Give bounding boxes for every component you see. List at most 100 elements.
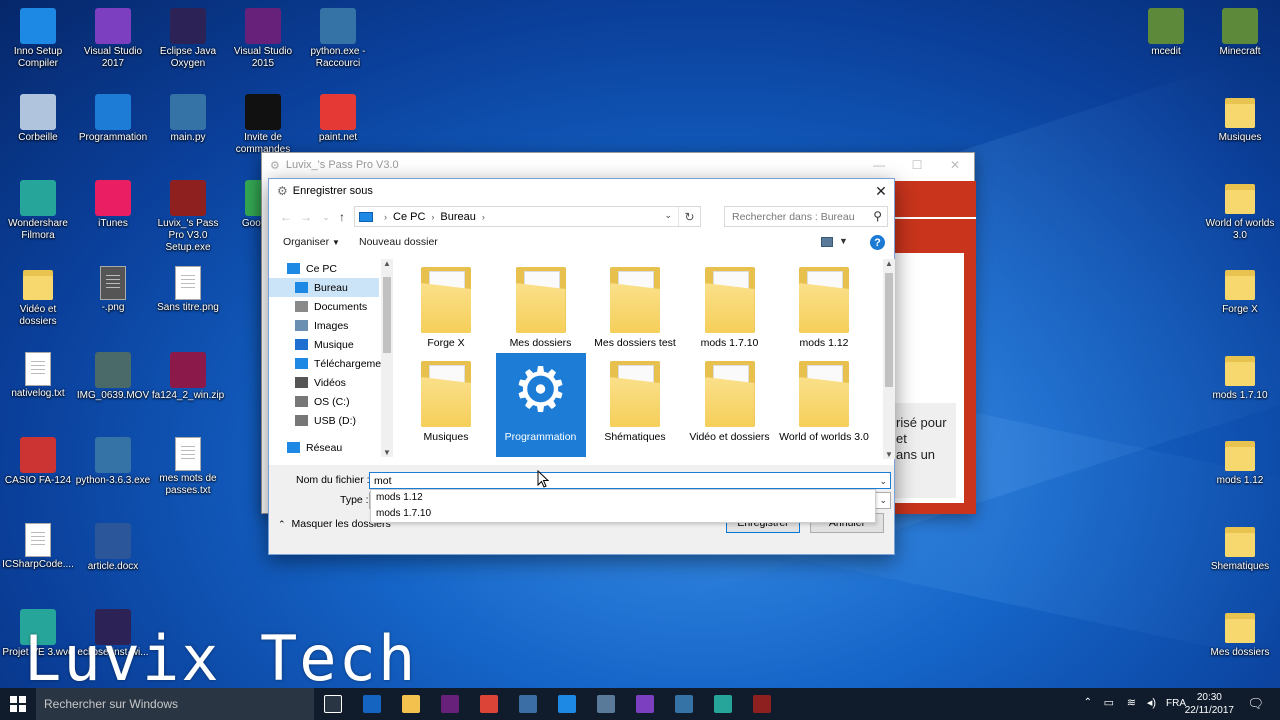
maximize-icon[interactable]: ☐ xyxy=(898,153,936,177)
desktop-icon[interactable]: Shematiques xyxy=(1202,523,1278,573)
task-view-icon[interactable] xyxy=(324,695,342,713)
visual-studio-2017-icon[interactable] xyxy=(636,695,654,713)
desktop-icon[interactable]: paint.net xyxy=(300,94,376,144)
desktop-icon[interactable]: World of worlds 3.0 xyxy=(1202,180,1278,242)
desktop-icon[interactable]: Musiques xyxy=(1202,94,1278,144)
chrome-icon[interactable] xyxy=(480,695,498,713)
desktop-icon[interactable]: mes mots de passes.txt xyxy=(150,437,226,497)
desktop-icon[interactable]: mods 1.12 xyxy=(1202,437,1278,487)
search-input[interactable]: Rechercher dans : Bureau ⚲ xyxy=(724,206,888,227)
nav-scrollbar[interactable]: ▲ ▼ xyxy=(381,259,393,457)
folder-item[interactable]: Vidéo et dossiers xyxy=(685,353,775,457)
desktop-icon[interactable]: Sans titre.png xyxy=(150,266,226,314)
folder-item[interactable]: Mes dossiers xyxy=(496,259,586,351)
nav-item[interactable]: USB (D:) xyxy=(269,411,379,430)
desktop-icon[interactable]: Invite de commandes xyxy=(225,94,301,156)
clock[interactable]: 20:30 22/11/2017 xyxy=(1185,691,1234,717)
desktop-icon[interactable]: Corbeille xyxy=(0,94,76,144)
nav-item[interactable]: Documents xyxy=(269,297,379,316)
notifications-icon[interactable]: 🗨 xyxy=(1247,696,1264,712)
desktop-icon[interactable]: CASIO FA-124 xyxy=(0,437,76,487)
wifi-icon[interactable]: ≋ xyxy=(1127,696,1136,709)
desktop-icon[interactable]: Forge X xyxy=(1202,266,1278,316)
folder-item[interactable]: Mes dossiers test xyxy=(590,259,680,351)
chevron-down-icon[interactable]: ⌄ xyxy=(664,210,672,221)
refresh-icon[interactable]: ↻ xyxy=(678,207,700,226)
folder-item[interactable]: mods 1.7.10 xyxy=(685,259,775,351)
autocomplete-item[interactable]: mods 1.7.10 xyxy=(371,506,875,522)
desktop-icon[interactable]: Eclipse Java Oxygen xyxy=(150,8,226,70)
desktop-icon[interactable]: nativelog.txt xyxy=(0,352,76,400)
desktop-icon[interactable]: -.png xyxy=(75,266,151,314)
app-icon[interactable] xyxy=(519,695,537,713)
save-as-dialog[interactable]: ⚙ Enregistrer sous ✕ ← → ⌄ ↑ › Ce PC › B… xyxy=(268,178,895,555)
nav-item[interactable]: Musique xyxy=(269,335,379,354)
back-arrow-icon[interactable]: ← xyxy=(277,208,295,226)
scrollbar-thumb[interactable] xyxy=(383,277,391,353)
start-button[interactable] xyxy=(0,688,36,720)
search-icon[interactable]: ⚲ xyxy=(873,209,882,223)
folder-item[interactable]: mods 1.12 xyxy=(779,259,869,351)
desktop-icon[interactable]: IMG_0639.MOV xyxy=(75,352,151,402)
desktop-icon[interactable]: Mes dossiers xyxy=(1202,609,1278,659)
desktop-icon[interactable]: Vidéo et dossiers xyxy=(0,266,76,328)
close-icon[interactable]: ✕ xyxy=(868,179,894,203)
nav-item[interactable]: Bureau xyxy=(269,278,379,297)
desktop-icon[interactable]: Wondershare Filmora xyxy=(0,180,76,242)
address-bar[interactable]: › Ce PC › Bureau › ⌄ ↻ xyxy=(354,206,701,227)
breadcrumb-item[interactable]: Bureau xyxy=(440,211,475,223)
app-icon[interactable] xyxy=(597,695,615,713)
desktop-icon[interactable]: Visual Studio 2017 xyxy=(75,8,151,70)
luvix-pass-icon[interactable] xyxy=(753,695,771,713)
nav-item[interactable]: Ce PC xyxy=(269,259,379,278)
breadcrumb-item[interactable]: Ce PC xyxy=(393,211,425,223)
edge-icon[interactable] xyxy=(558,695,576,713)
desktop-icon[interactable]: python.exe - Raccourci xyxy=(300,8,376,70)
chevron-down-icon[interactable]: ⌄ xyxy=(879,495,887,506)
up-arrow-icon[interactable]: ↑ xyxy=(333,208,351,226)
scrollbar-thumb[interactable] xyxy=(885,273,893,387)
filmora-icon[interactable] xyxy=(714,695,732,713)
taskbar-search-input[interactable]: Rechercher sur Windows xyxy=(36,688,314,720)
desktop-icon[interactable]: mcedit xyxy=(1128,8,1204,58)
new-folder-button[interactable]: Nouveau dossier xyxy=(359,236,438,248)
scroll-up-icon[interactable]: ▲ xyxy=(883,259,895,268)
chevron-down-icon[interactable]: ⌄ xyxy=(879,476,887,487)
desktop-icon[interactable]: ICSharpCode.... xyxy=(0,523,76,571)
scroll-down-icon[interactable]: ▼ xyxy=(883,450,895,459)
folder-item[interactable]: Shématiques xyxy=(590,353,680,457)
scroll-down-icon[interactable]: ▼ xyxy=(381,448,393,457)
desktop-icon[interactable]: article.docx xyxy=(75,523,151,573)
shortcut-item[interactable]: ⚙ Programmation xyxy=(495,353,586,457)
nav-item[interactable]: OS (C:) xyxy=(269,392,379,411)
folder-item[interactable]: Forge X xyxy=(401,259,491,351)
volume-icon[interactable]: ◂) xyxy=(1147,696,1156,709)
minimize-icon[interactable]: — xyxy=(860,153,898,177)
chevron-up-icon[interactable]: ⌃ xyxy=(1084,697,1092,708)
desktop-icon[interactable]: fa124_2_win.zip xyxy=(150,352,226,402)
scroll-up-icon[interactable]: ▲ xyxy=(381,259,393,268)
desktop-icon[interactable]: main.py xyxy=(150,94,226,144)
desktop-icon[interactable]: mods 1.7.10 xyxy=(1202,352,1278,402)
desktop-icon[interactable]: Visual Studio 2015 xyxy=(225,8,301,70)
folder-item[interactable]: Musiques xyxy=(401,353,491,457)
python-icon[interactable] xyxy=(675,695,693,713)
organize-button[interactable]: Organiser ▼ xyxy=(283,236,340,248)
store-icon[interactable] xyxy=(363,695,381,713)
view-icon[interactable] xyxy=(821,237,833,247)
language-indicator[interactable]: FRA xyxy=(1166,698,1186,709)
folder-item[interactable]: World of worlds 3.0 xyxy=(779,353,869,457)
help-icon[interactable]: ? xyxy=(870,235,885,250)
nav-item[interactable]: Vidéos xyxy=(269,373,379,392)
close-icon[interactable]: ✕ xyxy=(936,153,974,177)
nav-item[interactable]: Téléchargement xyxy=(269,354,390,373)
desktop-icon[interactable]: python-3.6.3.exe xyxy=(75,437,151,487)
filename-input[interactable]: mot ⌄ xyxy=(369,472,891,489)
autocomplete-item[interactable]: mods 1.12 xyxy=(371,490,875,506)
chevron-down-icon[interactable]: ▼ xyxy=(839,236,848,246)
visual-studio-icon[interactable] xyxy=(441,695,459,713)
forward-arrow-icon[interactable]: → xyxy=(297,208,315,226)
desktop-icon[interactable]: Programmation xyxy=(75,94,151,144)
grid-scrollbar[interactable]: ▲ ▼ xyxy=(883,259,895,459)
desktop-icon[interactable]: Luvix_'s Pass Pro V3.0 Setup.exe xyxy=(150,180,226,254)
